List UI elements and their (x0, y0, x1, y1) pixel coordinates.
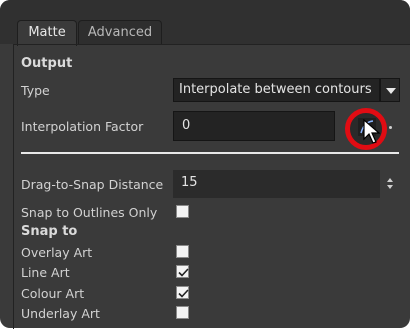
section-divider (21, 152, 399, 154)
colour-art-label: Colour Art (21, 286, 85, 301)
type-label: Type (21, 83, 50, 98)
tab-advanced[interactable]: Advanced (78, 20, 162, 45)
interpolation-factor-label: Interpolation Factor (21, 119, 144, 134)
type-dropdown-button[interactable] (380, 78, 400, 102)
checkmark-icon (178, 289, 189, 298)
checkmark-icon (178, 268, 189, 277)
underlay-art-checkbox[interactable] (176, 306, 189, 319)
snap-to-title: Snap to (21, 224, 78, 239)
type-select[interactable]: Interpolate between contours (173, 78, 380, 102)
tab-matte[interactable]: Matte (17, 20, 77, 46)
overlay-art-label: Overlay Art (21, 245, 93, 260)
overlay-art-checkbox[interactable] (176, 245, 189, 258)
interpolation-factor-field[interactable]: 0 (173, 111, 335, 141)
snap-outlines-only-label: Snap to Outlines Only (21, 205, 158, 220)
drag-to-snap-field[interactable]: 15 (173, 170, 380, 198)
snap-outlines-only-checkbox[interactable] (176, 205, 189, 218)
underlay-art-label: Underlay Art (21, 306, 100, 321)
line-art-label: Line Art (21, 265, 70, 280)
layer-properties-window: Matte Advanced Output Type Interpolate b… (0, 0, 410, 329)
spinner-arrows-icon[interactable] (387, 178, 395, 192)
line-art-checkbox[interactable] (176, 265, 189, 278)
function-menu-dot (389, 126, 392, 129)
output-section-title: Output (21, 56, 73, 71)
chevron-down-icon (386, 88, 396, 94)
tab-strip: Matte Advanced (0, 0, 410, 46)
mouse-pointer-icon (363, 119, 381, 144)
drag-to-snap-label: Drag-to-Snap Distance (21, 177, 164, 192)
colour-art-checkbox[interactable] (176, 286, 189, 299)
